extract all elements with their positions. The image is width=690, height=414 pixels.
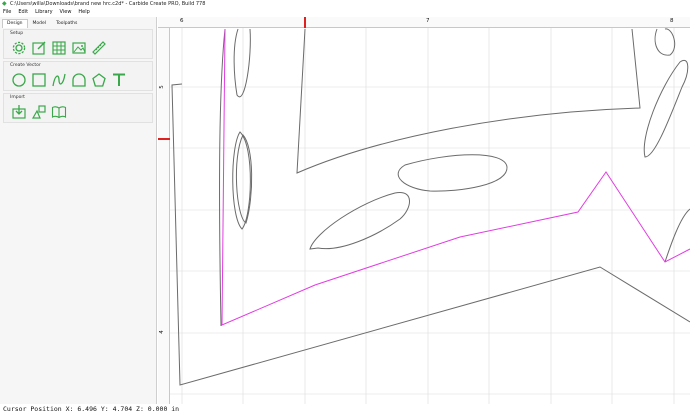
setup-section: Setup bbox=[3, 29, 153, 59]
polygon-icon[interactable] bbox=[90, 71, 107, 88]
design-drawing bbox=[160, 17, 690, 404]
create-vector-section: Create Vector bbox=[3, 61, 153, 91]
ruler-icon[interactable] bbox=[90, 39, 107, 56]
import-section: Import bbox=[3, 93, 153, 123]
import-label: Import bbox=[10, 95, 25, 100]
status-bar: Cursor Position X: 6.496 Y: 4.704 Z: 0.0… bbox=[0, 404, 690, 414]
shapes-icon[interactable] bbox=[30, 103, 47, 120]
menu-help[interactable]: Help bbox=[78, 8, 89, 17]
menu-library[interactable]: Library bbox=[35, 8, 52, 17]
ruler-top: 6 7 8 bbox=[158, 17, 690, 28]
grid-icon[interactable] bbox=[50, 39, 67, 56]
tab-toolpaths[interactable]: Toolpaths bbox=[51, 19, 82, 28]
menu-file[interactable]: File bbox=[3, 8, 11, 17]
design-sidebar: Design Model Toolpaths Setup Create Vect… bbox=[0, 17, 157, 404]
sidebar-tabs: Design Model Toolpaths bbox=[2, 19, 82, 28]
ruler-top-label-8: 8 bbox=[670, 18, 674, 24]
ruler-top-cursor-marker bbox=[304, 17, 306, 28]
design-canvas[interactable] bbox=[160, 17, 690, 404]
menu-bar: File Edit Library View Help bbox=[0, 8, 690, 17]
image-icon[interactable] bbox=[70, 39, 87, 56]
setup-label: Setup bbox=[10, 31, 24, 36]
window-title: C:\Users\willa\Downloads\brand new hrc.c… bbox=[10, 1, 206, 7]
rectangle-icon[interactable] bbox=[30, 71, 47, 88]
text-icon[interactable] bbox=[110, 71, 127, 88]
tab-model[interactable]: Model bbox=[28, 19, 52, 28]
ruler-top-label-7: 7 bbox=[426, 18, 430, 24]
ruler-left-label-5: 5 bbox=[158, 85, 165, 89]
import-icon[interactable] bbox=[10, 103, 27, 120]
ruler-left: 5 4 bbox=[158, 28, 170, 404]
cursor-position-readout: Cursor Position X: 6.496 Y: 4.704 Z: 0.0… bbox=[3, 405, 180, 413]
circle-icon[interactable] bbox=[10, 71, 27, 88]
menu-edit[interactable]: Edit bbox=[18, 8, 28, 17]
edit-icon[interactable] bbox=[30, 39, 47, 56]
arch-icon[interactable] bbox=[70, 71, 87, 88]
create-vector-label: Create Vector bbox=[10, 63, 41, 68]
menu-view[interactable]: View bbox=[60, 8, 72, 17]
app-icon: ◆ bbox=[2, 0, 7, 7]
ruler-left-label-4: 4 bbox=[158, 330, 165, 334]
curve-icon[interactable] bbox=[50, 71, 67, 88]
book-icon[interactable] bbox=[50, 103, 67, 120]
ruler-top-label-6: 6 bbox=[180, 18, 184, 24]
gear-icon[interactable] bbox=[10, 39, 27, 56]
tab-design[interactable]: Design bbox=[2, 19, 28, 28]
title-bar: ◆ C:\Users\willa\Downloads\brand new hrc… bbox=[0, 0, 690, 8]
ruler-left-cursor-marker bbox=[158, 138, 170, 140]
